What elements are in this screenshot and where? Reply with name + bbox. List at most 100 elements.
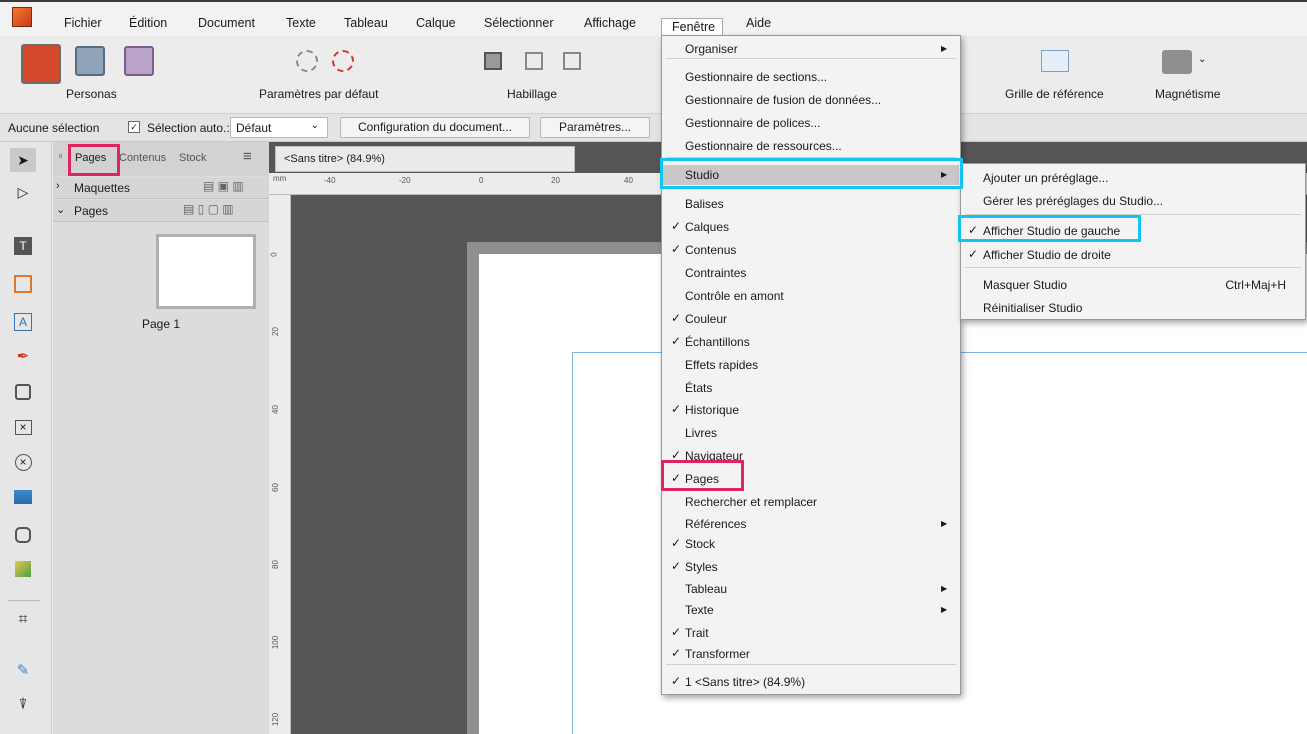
menu-item-label: États [685,381,713,395]
snap-dropdown-chevron-icon[interactable]: ⌄ [1198,54,1206,65]
menu-item-label: Texte [685,603,714,617]
menu-item-gestionnaire-de-fusion-de-données[interactable]: Gestionnaire de fusion de données... [663,90,959,110]
menu-tableau[interactable]: Tableau [344,16,388,30]
menu-item-historique[interactable]: ✓ Historique [663,400,959,420]
submenu-arrow-icon: ▶ [941,584,948,593]
table-tool-icon[interactable] [10,272,36,296]
magnet-icon[interactable] [1162,50,1192,74]
photo-persona-icon[interactable] [124,46,154,76]
show-left-studio-highlight [958,215,1141,242]
panel-grip-icon[interactable]: ⏸ [58,151,63,162]
page-1-thumbnail[interactable] [156,234,256,309]
studio-item-label: Gérer les préréglages du Studio... [983,194,1164,208]
menu-fichier[interactable]: Fichier [64,16,102,30]
tab-contenus[interactable]: Contenus [119,152,166,164]
maquette-page-icons[interactable]: ▤ ▣ ▥ [203,179,244,193]
menu-separator [666,664,956,665]
wrap-none-icon[interactable] [563,52,581,70]
menu-item-gestionnaire-de-polices[interactable]: Gestionnaire de polices... [663,113,959,133]
studio-item-réinitialiser-studio[interactable]: Réinitialiser Studio [962,298,1304,318]
menu-aide[interactable]: Aide [746,16,771,30]
publisher-persona-icon[interactable] [21,44,61,84]
studio-item-label: Ajouter un préréglage... [983,171,1109,185]
menu-document[interactable]: Document [198,16,255,30]
menu-texte[interactable]: Texte [286,16,316,30]
panel-menu-icon[interactable]: ≡ [243,148,252,165]
menu-item-tableau[interactable]: Tableau ▶ [663,579,959,599]
gear-reset-icon[interactable] [332,50,354,72]
crop-tool-icon[interactable]: ⌗ [10,608,36,632]
menu-item-effets-rapides[interactable]: Effets rapides [663,355,959,375]
check-icon: ✓ [671,674,682,688]
auto-select-dropdown[interactable]: Défaut ⌄ [230,117,328,138]
move-tool-icon[interactable]: ➤ [10,148,36,172]
maquettes-section[interactable]: › Maquettes ▤ ▣ ▥ [53,177,269,199]
menu-item-stock[interactable]: ✓ Stock [663,534,959,554]
menu-item-organiser[interactable]: Organiser ▶ [663,39,959,59]
artistic-text-tool-icon[interactable]: A [10,310,36,334]
menu-calque[interactable]: Calque [416,16,456,30]
pages-item-highlight [661,460,744,491]
menu-item-label: Contenus [685,243,737,257]
menu-item-contenus[interactable]: ✓ Contenus [663,240,959,260]
menu-item-gestionnaire-de-ressources[interactable]: Gestionnaire de ressources... [663,136,959,156]
studio-item-masquer-studio[interactable]: Masquer Studio Ctrl+Maj+H [962,275,1304,295]
menu-item-contraintes[interactable]: Contraintes [663,263,959,283]
defaults-label: Paramètres par défaut [259,87,379,101]
page-action-icons[interactable]: ▤ ▯ ▢ ▥ [183,202,234,216]
menu-selectionner[interactable]: Sélectionner [484,16,554,30]
wrap-tight-icon[interactable] [525,52,543,70]
studio-item-gérer-les-préréglages-du-studio[interactable]: Gérer les préréglages du Studio... [962,191,1304,211]
fill-tool-icon[interactable]: ⍒ [10,692,36,716]
eyedropper-tool-icon[interactable]: ✎ [10,658,36,682]
submenu-arrow-icon: ▶ [941,519,948,528]
menu-item-gestionnaire-de-sections[interactable]: Gestionnaire de sections... [663,67,959,87]
check-icon: ✓ [671,646,682,660]
shape-tool-icon[interactable] [10,380,36,404]
preferences-button[interactable]: Paramètres... [540,117,650,138]
document-setup-button[interactable]: Configuration du document... [340,117,530,138]
pen-tool-icon[interactable]: ✒ [10,344,36,368]
studio-item-label: Masquer Studio [983,278,1068,292]
designer-persona-icon[interactable] [75,46,105,76]
menu-affichage[interactable]: Affichage [584,16,636,30]
auto-select-value: Défaut [236,121,272,135]
picture-frame-tool-icon[interactable]: × [10,415,36,439]
pages-section[interactable]: ⌄ Pages ▤ ▯ ▢ ▥ [53,200,269,222]
color-tool-icon[interactable] [10,557,36,581]
menu-item-rechercher-et-remplacer[interactable]: Rechercher et remplacer [663,492,959,512]
menu-item-balises[interactable]: Balises [663,194,959,214]
frame-text-tool-icon[interactable]: T [10,234,36,258]
menu-item-références[interactable]: Références ▶ [663,514,959,534]
check-icon: ✓ [671,625,682,639]
menu-item-livres[interactable]: Livres [663,423,959,443]
menu-item-transformer[interactable]: ✓ Transformer [663,644,959,664]
node-tool-icon[interactable]: ▷ [10,180,36,204]
app-logo-icon [12,7,32,27]
place-image-tool-icon[interactable] [10,485,36,509]
menu-item-calques[interactable]: ✓ Calques [663,217,959,237]
menu-item-texte[interactable]: Texte ▶ [663,600,959,620]
menu-item-1-sans-titre-84-9[interactable]: ✓ 1 <Sans titre> (84.9%) [663,672,959,692]
document-tab[interactable]: <Sans titre> (84.9%) [275,146,575,172]
baseline-grid-icon[interactable] [1041,50,1069,72]
studio-item-ajouter-un-préréglage[interactable]: Ajouter un préréglage... [962,168,1304,188]
menu-item-échantillons[interactable]: ✓ Échantillons [663,332,959,352]
menu-edition[interactable]: Édition [129,16,167,30]
studio-item-afficher-studio-de-droite[interactable]: ✓ Afficher Studio de droite [962,245,1304,265]
menu-item-label: Échantillons [685,335,750,349]
menu-item-label: Livres [685,426,718,440]
tab-stock[interactable]: Stock [179,152,207,164]
menu-item-couleur[interactable]: ✓ Couleur [663,309,959,329]
menu-item-styles[interactable]: ✓ Styles [663,557,959,577]
menu-item-contrôle-en-amont[interactable]: Contrôle en amont [663,286,959,306]
gear-icon[interactable] [296,50,318,72]
auto-select-checkbox[interactable]: ✓ [128,121,140,133]
ellipse-frame-tool-icon[interactable]: × [10,450,36,474]
menu-item-trait[interactable]: ✓ Trait [663,623,959,643]
submenu-arrow-icon: ▶ [941,44,948,53]
menu-item-label: Contrôle en amont [685,289,784,303]
rounded-rect-tool-icon[interactable] [10,523,36,547]
wrap-square-icon[interactable] [484,52,502,70]
menu-item-états[interactable]: États [663,378,959,398]
